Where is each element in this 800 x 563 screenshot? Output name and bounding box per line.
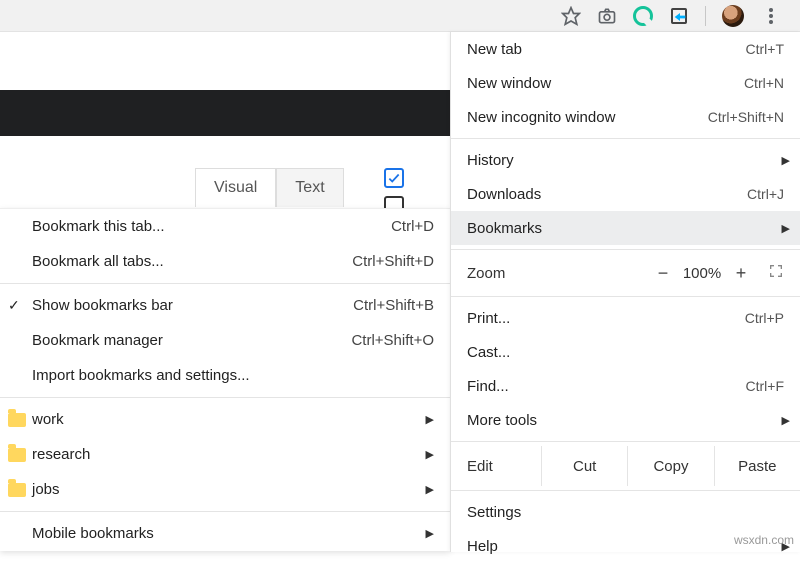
chevron-right-icon: ▶ [426,413,434,426]
menu-shortcut: Ctrl+F [746,378,785,394]
toolbar-separator [705,6,706,26]
star-icon[interactable] [561,6,581,26]
menu-new-window[interactable]: New window Ctrl+N [451,66,800,100]
edit-copy-button[interactable]: Copy [627,446,713,486]
menu-label: Show bookmarks bar [32,297,353,314]
menu-downloads[interactable]: Downloads Ctrl+J [451,177,800,211]
grammarly-icon[interactable] [633,6,653,26]
menu-shortcut: Ctrl+J [747,186,784,202]
edit-cut-button[interactable]: Cut [541,446,627,486]
edit-paste-button[interactable]: Paste [714,446,800,486]
chrome-main-menu: New tab Ctrl+T New window Ctrl+N New inc… [450,32,800,552]
submenu-bookmark-all-tabs[interactable]: Bookmark all tabs... Ctrl+Shift+D [0,244,450,279]
chevron-right-icon: ▶ [782,222,790,235]
menu-more-tools[interactable]: More tools ▶ [451,403,800,437]
menu-divider [0,397,450,398]
menu-shortcut: Ctrl+Shift+O [351,332,434,349]
bookmark-folder-research[interactable]: research ▶ [0,437,450,472]
menu-label: Mobile bookmarks [32,525,434,542]
menu-label: Downloads [467,186,739,203]
share-extension-icon[interactable] [669,6,689,26]
menu-print[interactable]: Print... Ctrl+P [451,301,800,335]
menu-cast[interactable]: Cast... [451,335,800,369]
menu-label: jobs [32,481,434,498]
bookmark-folder-jobs[interactable]: jobs ▶ [0,472,450,507]
menu-label: New tab [467,41,738,58]
submenu-bookmark-this-tab[interactable]: Bookmark this tab... Ctrl+D [0,209,450,244]
bookmark-folder-work[interactable]: work ▶ [0,402,450,437]
checkbox-checked[interactable] [384,168,404,188]
menu-bookmarks[interactable]: Bookmarks ▶ [451,211,800,245]
menu-settings[interactable]: Settings [451,495,800,529]
menu-label: Zoom [467,265,648,282]
menu-label: Settings [467,504,784,521]
menu-label: Cast... [467,344,784,361]
menu-label: More tools [467,412,784,429]
editor-tabs: Visual Text [195,168,344,207]
menu-shortcut: Ctrl+T [746,41,785,57]
menu-shortcut: Ctrl+Shift+D [352,253,434,270]
menu-new-tab[interactable]: New tab Ctrl+T [451,32,800,66]
submenu-bookmark-manager[interactable]: Bookmark manager Ctrl+Shift+O [0,323,450,358]
menu-history[interactable]: History ▶ [451,143,800,177]
menu-find[interactable]: Find... Ctrl+F [451,369,800,403]
menu-label: Import bookmarks and settings... [32,367,434,384]
menu-label: research [32,446,434,463]
chevron-right-icon: ▶ [782,154,790,167]
check-icon: ✓ [8,297,20,314]
menu-shortcut: Ctrl+N [744,75,784,91]
profile-avatar[interactable] [722,5,744,27]
menu-divider [451,490,800,491]
folder-icon [8,448,26,462]
bookmark-mobile[interactable]: Mobile bookmarks ▶ [0,516,450,551]
folder-icon [8,483,26,497]
menu-label: Find... [467,378,738,395]
zoom-value: 100% [678,265,726,282]
menu-new-incognito[interactable]: New incognito window Ctrl+Shift+N [451,100,800,134]
menu-label: New incognito window [467,109,700,126]
submenu-show-bookmarks-bar[interactable]: ✓ Show bookmarks bar Ctrl+Shift+B [0,288,450,323]
chevron-right-icon: ▶ [426,483,434,496]
menu-label: Edit [467,458,541,475]
fullscreen-icon[interactable] [768,263,784,283]
menu-divider [451,249,800,250]
menu-divider [451,296,800,297]
menu-shortcut: Ctrl+P [745,310,784,326]
bookmarks-submenu: Bookmark this tab... Ctrl+D Bookmark all… [0,208,450,551]
menu-zoom: Zoom − 100% + [451,254,800,292]
menu-shortcut: Ctrl+Shift+B [353,297,434,314]
menu-label: Print... [467,310,737,327]
kebab-menu-icon[interactable] [760,5,782,27]
menu-label: New window [467,75,736,92]
camera-icon[interactable] [597,6,617,26]
menu-label: Bookmarks [467,220,784,237]
menu-edit-row: Edit Cut Copy Paste [451,446,800,486]
menu-divider [451,441,800,442]
zoom-out-button[interactable]: − [648,263,678,284]
menu-shortcut: Ctrl+D [391,218,434,235]
menu-label: Bookmark this tab... [32,218,391,235]
menu-divider [0,511,450,512]
menu-divider [451,138,800,139]
watermark: wsxdn.com [734,533,794,547]
folder-icon [8,413,26,427]
chevron-right-icon: ▶ [426,448,434,461]
menu-label: work [32,411,434,428]
zoom-in-button[interactable]: + [726,263,756,284]
page-dark-band [0,90,450,136]
chevron-right-icon: ▶ [782,414,790,427]
menu-label: Bookmark all tabs... [32,253,352,270]
browser-toolbar [0,0,800,32]
menu-divider [0,283,450,284]
submenu-import-bookmarks[interactable]: Import bookmarks and settings... [0,358,450,393]
chevron-right-icon: ▶ [426,527,434,540]
menu-shortcut: Ctrl+Shift+N [708,109,784,125]
tab-visual[interactable]: Visual [195,168,276,207]
menu-label: Bookmark manager [32,332,351,349]
tab-text[interactable]: Text [276,168,343,207]
menu-label: History [467,152,784,169]
